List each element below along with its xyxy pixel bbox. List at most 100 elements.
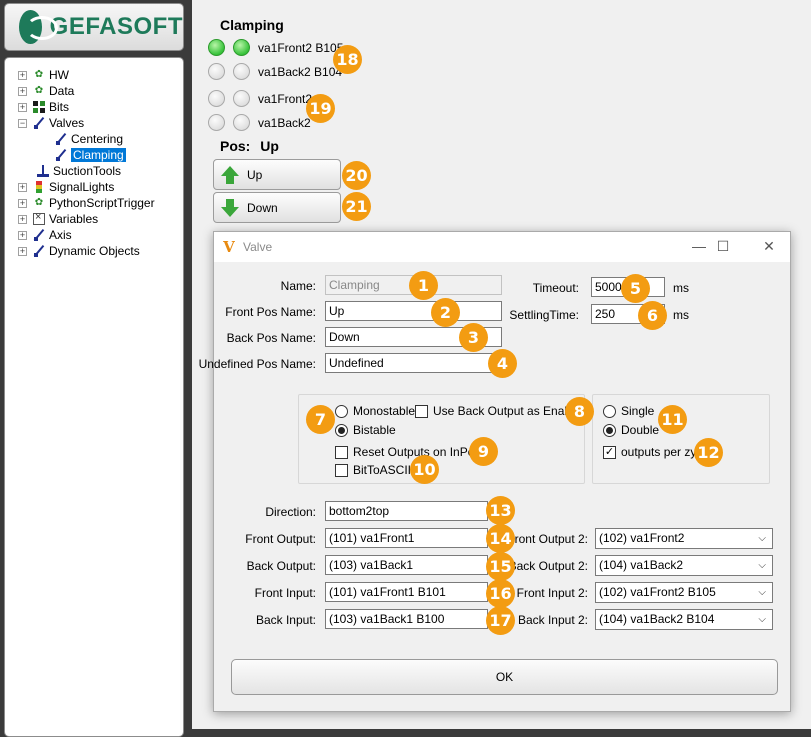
chevron-down-icon: ⌵ — [758, 587, 766, 598]
dynamic-objects-icon — [33, 245, 45, 257]
reset-outputs-checkbox[interactable]: Reset Outputs on InPos — [335, 445, 480, 459]
move-down-button[interactable]: Down — [213, 192, 341, 223]
led-label: va1Back2 — [258, 115, 311, 130]
tree-item-axis[interactable]: + Axis — [5, 227, 183, 243]
back-pos-name-label: Back Pos Name: — [226, 331, 316, 345]
marker-badge: 11 — [658, 405, 687, 434]
tree-item-label: Centering — [71, 132, 124, 146]
tree-item-clamping[interactable]: Clamping — [5, 147, 183, 163]
valve-dialog: V Valve — ☐ ✕ Name: Front Pos Name: Back… — [199, 231, 791, 712]
marker-badge: 3 — [459, 323, 488, 352]
signal-light-icon — [36, 181, 42, 193]
undefined-pos-name-field[interactable] — [325, 353, 502, 373]
led-indicator-icon — [233, 114, 250, 131]
marker-badge: 4 — [488, 349, 517, 378]
tree-item-label: Data — [49, 84, 75, 98]
gear-icon: ✿ — [34, 85, 44, 96]
navigation-tree: + ✿ HW + ✿ Data + Bits − Valves Centerin… — [4, 57, 184, 737]
led-indicator-icon — [208, 114, 225, 131]
back-input2-select[interactable]: (104) va1Back2 B104 ⌵ — [595, 609, 773, 630]
front-pos-name-field[interactable] — [325, 301, 502, 321]
checkmark-icon: ✓ — [603, 445, 616, 459]
tree-item-label: SignalLights — [49, 180, 115, 194]
marker-badge: 15 — [486, 552, 515, 581]
ok-button[interactable]: OK — [231, 659, 778, 695]
pos-label: Pos: — [220, 138, 251, 154]
marker-badge: 16 — [486, 579, 515, 608]
tree-item-pythonscripttrigger[interactable]: + ✿ PythonScriptTrigger — [5, 195, 183, 211]
collapse-icon[interactable]: − — [18, 118, 27, 128]
gear-icon: ✿ — [34, 69, 44, 80]
valve-icon — [55, 149, 67, 161]
marker-badge: 20 — [342, 161, 371, 190]
expand-icon[interactable]: + — [18, 70, 27, 80]
checkbox-icon — [335, 463, 348, 477]
tree-item-suctiontools[interactable]: SuctionTools — [5, 163, 183, 179]
bit-to-ascii-checkbox[interactable]: BitToASCII — [335, 463, 411, 477]
monostable-option[interactable]: Monostable — [335, 404, 415, 418]
marker-badge: 12 — [694, 438, 723, 467]
front-output-label: Front Output: — [245, 532, 316, 546]
front-input-label: Front Input: — [254, 586, 316, 600]
tree-item-label: HW — [49, 68, 69, 82]
back-output2-label: Back Output 2: — [508, 559, 588, 573]
close-button[interactable]: ✕ — [746, 232, 792, 262]
outputs-per-zyl-checkbox[interactable]: ✓ outputs per zyl. — [603, 445, 702, 459]
marker-badge: 7 — [306, 405, 335, 434]
back-output-field[interactable] — [325, 555, 488, 575]
tree-item-valves[interactable]: − Valves — [5, 115, 183, 131]
led-row-back2-b104: va1Back2 B104 — [208, 63, 342, 80]
radio-icon — [603, 404, 616, 418]
position-status: Pos: Up — [220, 138, 285, 154]
tree-item-bits[interactable]: + Bits — [5, 99, 183, 115]
front-pos-name-label: Front Pos Name: — [225, 305, 316, 319]
maximize-button[interactable]: ☐ — [700, 232, 746, 262]
arrow-down-icon — [221, 198, 239, 217]
led-row-front2: va1Front2 — [208, 90, 312, 107]
tree-item-label: PythonScriptTrigger — [49, 196, 155, 210]
marker-badge: 5 — [621, 274, 650, 303]
expand-icon[interactable]: + — [18, 230, 27, 240]
expand-icon[interactable]: + — [18, 214, 27, 224]
expand-icon[interactable]: + — [18, 86, 27, 96]
front-output2-select[interactable]: (102) va1Front2 ⌵ — [595, 528, 773, 549]
gefasoft-logo-icon — [19, 10, 58, 44]
use-back-output-checkbox[interactable]: Use Back Output as Enable — [415, 404, 580, 418]
front-input2-select[interactable]: (102) va1Front2 B105 ⌵ — [595, 582, 773, 603]
chevron-down-icon: ⌵ — [758, 533, 766, 544]
expand-icon[interactable]: + — [18, 102, 27, 112]
tree-item-hw[interactable]: + ✿ HW — [5, 67, 183, 83]
direction-field[interactable] — [325, 501, 488, 521]
back-output2-select[interactable]: (104) va1Back2 ⌵ — [595, 555, 773, 576]
home-logo-button[interactable]: GEFASOFT — [4, 3, 184, 51]
expand-icon[interactable]: + — [18, 246, 27, 256]
tree-item-centering[interactable]: Centering — [5, 131, 183, 147]
panel-title: Clamping — [220, 17, 284, 33]
back-input-field[interactable] — [325, 609, 488, 629]
back-input2-value: (104) va1Back2 B104 — [599, 612, 715, 626]
front-output-field[interactable] — [325, 528, 488, 548]
led-label: va1Front2 — [258, 91, 313, 106]
tree-item-dynamic-objects[interactable]: + Dynamic Objects — [5, 243, 183, 259]
double-option[interactable]: Double — [603, 423, 659, 437]
back-output-label: Back Output: — [246, 559, 316, 573]
tree-item-data[interactable]: + ✿ Data — [5, 83, 183, 99]
dialog-titlebar[interactable]: V Valve — ☐ ✕ — [214, 232, 790, 262]
front-input2-value: (102) va1Front2 B105 — [599, 585, 716, 599]
single-option[interactable]: Single — [603, 404, 654, 418]
checkbox-icon — [415, 404, 428, 418]
variables-icon — [33, 211, 45, 225]
move-up-button[interactable]: Up — [213, 159, 341, 190]
tree-item-label: Bits — [49, 100, 70, 114]
tree-item-label: Clamping — [71, 148, 126, 162]
tree-item-signallights[interactable]: + SignalLights — [5, 179, 183, 195]
monostable-label: Monostable — [353, 404, 416, 418]
logo-text: GEFASOFT — [49, 13, 183, 40]
bistable-option[interactable]: Bistable — [335, 423, 396, 437]
front-input-field[interactable] — [325, 582, 488, 602]
marker-badge: 13 — [486, 496, 515, 525]
tree-item-variables[interactable]: + Variables — [5, 211, 183, 227]
move-down-label: Down — [247, 200, 278, 215]
expand-icon[interactable]: + — [18, 182, 27, 192]
expand-icon[interactable]: + — [18, 198, 27, 208]
